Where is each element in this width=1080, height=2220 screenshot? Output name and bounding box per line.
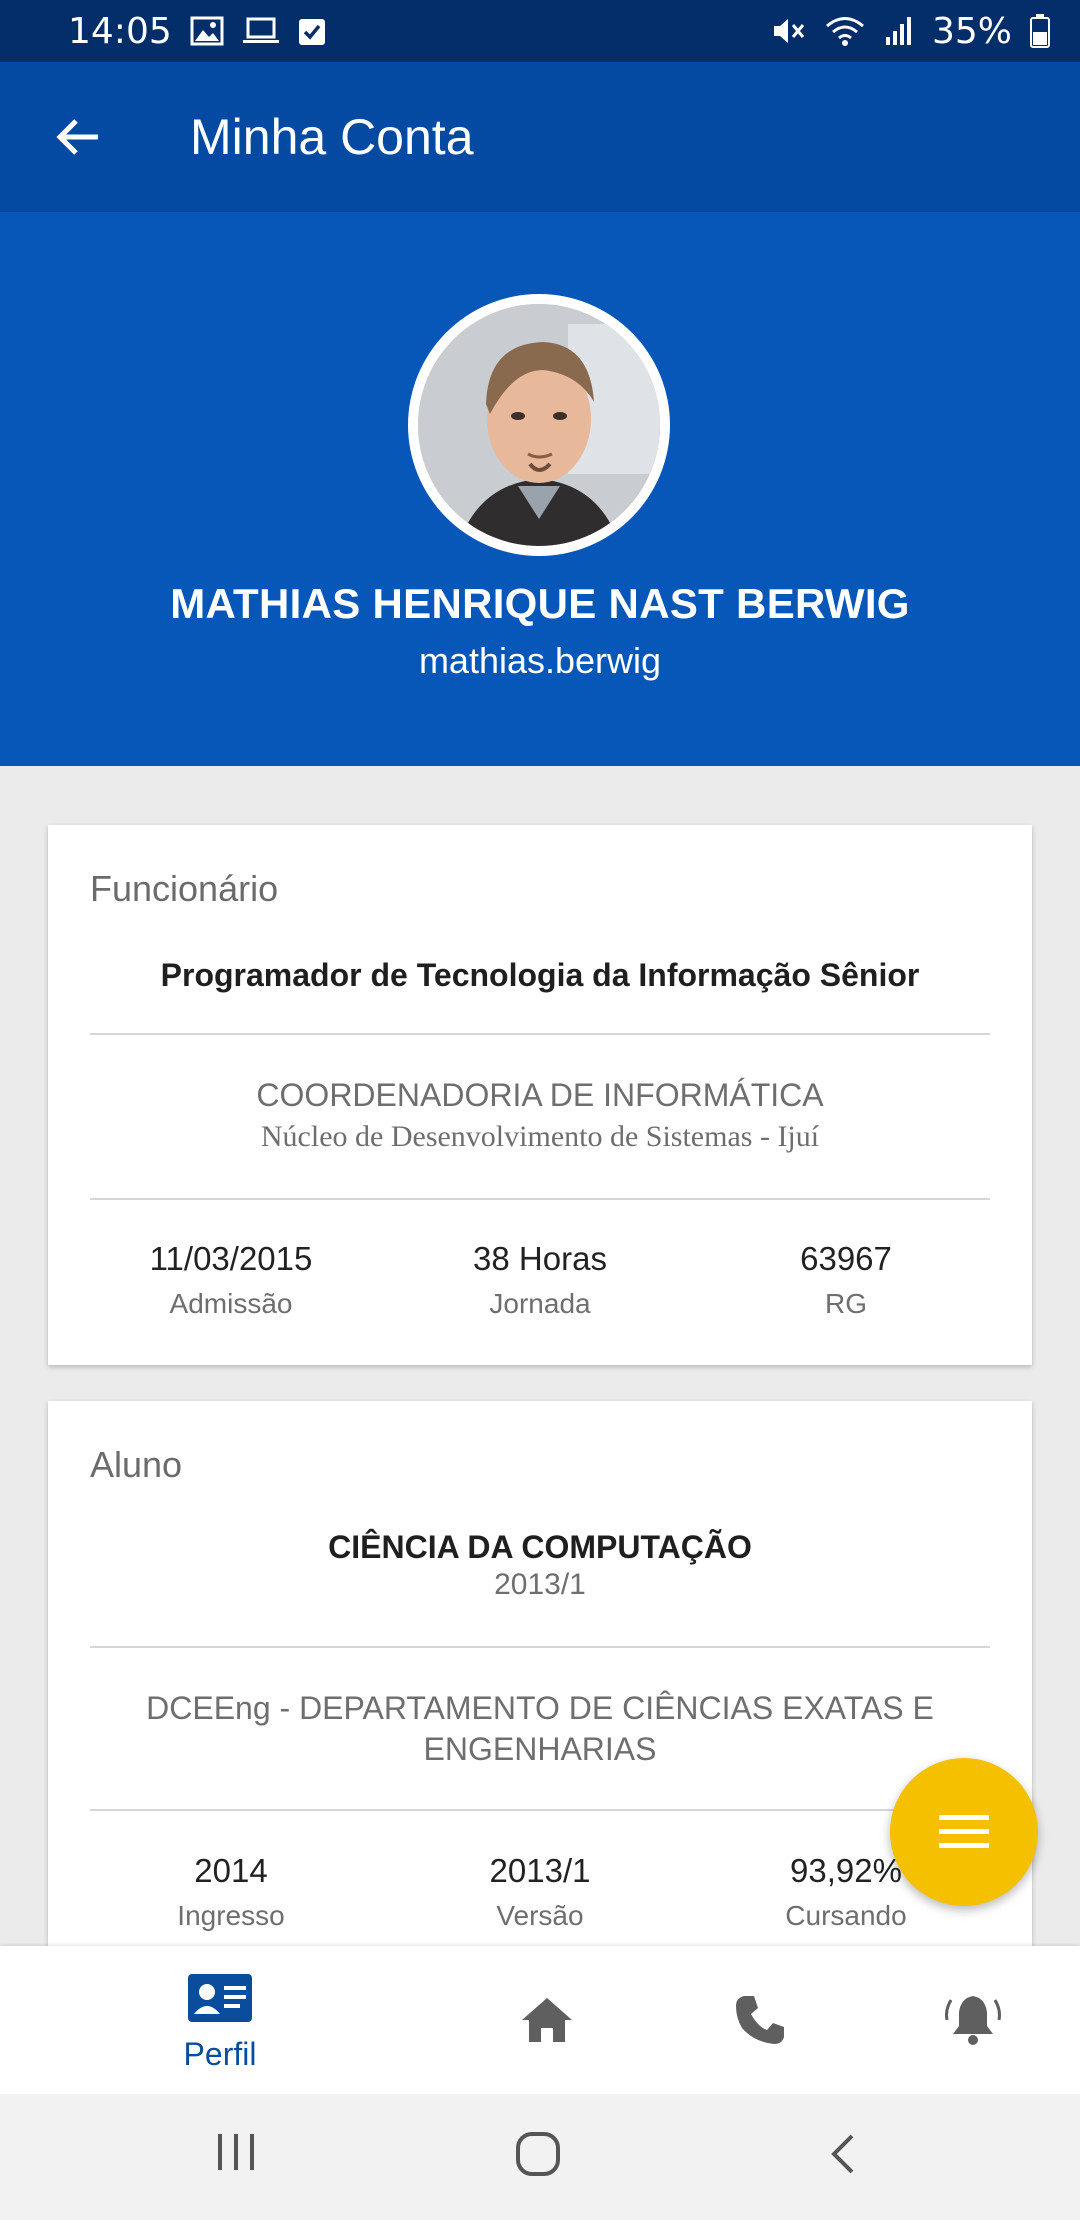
user-name: MATHIAS HENRIQUE NAST BERWIG (170, 580, 910, 627)
card-label: Funcionário (90, 868, 279, 909)
arrow-left-icon (56, 119, 98, 155)
mute-icon (772, 15, 806, 47)
status-time: 14:05 (68, 10, 172, 52)
image-icon (190, 16, 224, 46)
stat-value: 2014 (194, 1852, 268, 1889)
divider (90, 1809, 990, 1811)
profile-header: MATHIAS HENRIQUE NAST BERWIG mathias.ber… (0, 212, 1080, 766)
student-course: CIÊNCIA DA COMPUTAÇÃO (328, 1529, 752, 1565)
back-button[interactable] (46, 106, 108, 168)
stat-label: RG (825, 1288, 867, 1319)
menu-icon (939, 1815, 989, 1848)
stat-rg: 63967 RG (696, 1240, 996, 1320)
phone-icon (736, 1996, 784, 2044)
signal-icon (884, 15, 914, 47)
stat-label: Admissão (169, 1288, 293, 1319)
stat-value: 11/03/2015 (149, 1240, 313, 1277)
divider (90, 1033, 990, 1035)
divider (90, 1198, 990, 1200)
nav-item-phone[interactable] (660, 1946, 860, 2094)
nav-item-home[interactable] (447, 1946, 647, 2094)
student-card: Aluno CIÊNCIA DA COMPUTAÇÃO 2013/1 DCEEn… (48, 1401, 1032, 1961)
user-photo (418, 304, 660, 546)
app-bar: Minha Conta (0, 62, 1080, 212)
employee-unit: Núcleo de Desenvolvimento de Sistemas - … (260, 1120, 820, 1153)
divider (90, 1646, 990, 1648)
home-circle-icon (516, 2132, 560, 2176)
employee-role: Programador de Tecnologia da Informação … (160, 957, 920, 993)
system-back-button[interactable] (822, 2130, 862, 2183)
student-period: 2013/1 (494, 1568, 586, 1601)
avatar[interactable] (408, 294, 670, 556)
battery-icon (1030, 14, 1050, 48)
stat-value: 63967 (800, 1240, 892, 1277)
status-right: 35% (772, 11, 1050, 52)
stat-label: Ingresso (177, 1900, 285, 1931)
home-icon (522, 1998, 572, 2042)
student-department-cont: ENGENHARIAS (423, 1731, 657, 1767)
wifi-icon (824, 15, 866, 47)
system-home-button[interactable] (514, 2130, 562, 2183)
nav-item-profile[interactable]: Perfil (120, 1946, 320, 2094)
stat-label: Versão (496, 1900, 584, 1931)
nav-label: Perfil (183, 2036, 257, 2072)
stat-workload: 38 Horas Jornada (390, 1240, 690, 1320)
employee-department: COORDENADORIA DE INFORMÁTICA (256, 1077, 824, 1113)
stat-value: 2013/1 (489, 1852, 591, 1889)
recents-button[interactable] (214, 2130, 258, 2179)
card-label: Aluno (90, 1444, 183, 1485)
user-login: mathias.berwig (418, 640, 662, 681)
stat-entry: 2014 Ingresso (81, 1852, 381, 1932)
checkbox-icon (298, 16, 326, 46)
nav-item-notifications[interactable] (873, 1946, 1073, 2094)
stat-admission: 11/03/2015 Admissão (81, 1240, 381, 1320)
status-left: 14:05 (68, 11, 326, 52)
laptop-icon (242, 16, 280, 46)
bell-icon (945, 1996, 1001, 2045)
battery-percent: 35% (931, 10, 1012, 52)
system-back-icon (831, 2134, 854, 2174)
stat-label: Jornada (489, 1288, 591, 1319)
id-card-icon (188, 1974, 252, 2022)
page-title: Minha Conta (190, 109, 474, 165)
menu-fab[interactable] (890, 1758, 1038, 1906)
recents-icon (218, 2134, 254, 2170)
employee-card: Funcionário Programador de Tecnologia da… (48, 825, 1032, 1365)
status-bar: 14:05 35% (0, 0, 1080, 62)
system-nav-bar (0, 2094, 1080, 2220)
bottom-nav: Perfil (0, 1946, 1080, 2094)
stat-version: 2013/1 Versão (390, 1852, 690, 1932)
student-department: DCEEng - DEPARTAMENTO DE CIÊNCIAS EXATAS… (146, 1690, 934, 1726)
stat-value: 38 Horas (473, 1240, 607, 1277)
